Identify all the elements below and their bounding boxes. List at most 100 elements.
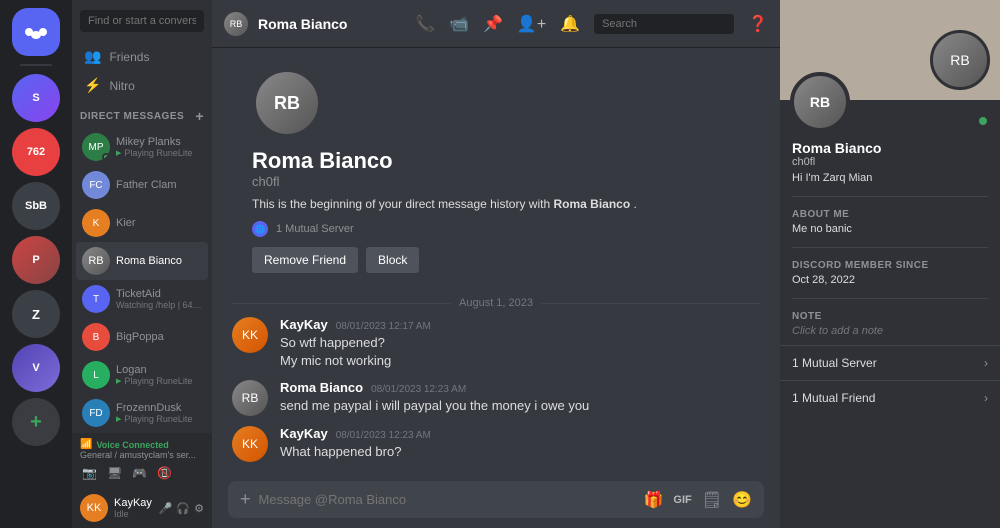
user-settings-button[interactable]: ⚙ xyxy=(194,502,204,515)
user-info-bigpoppa: BigPoppa xyxy=(116,331,202,343)
help-button[interactable]: ❓ xyxy=(748,14,768,34)
msg-content-3: KayKay 08/01/2023 12:23 AM What happened… xyxy=(280,426,760,461)
msg-author-3: KayKay xyxy=(280,426,328,441)
message-input[interactable] xyxy=(259,492,636,507)
dm-sidebar: 👥 Friends ⚡ Nitro DIRECT MESSAGES + MP M… xyxy=(72,0,212,528)
chat-header-avatar: RB xyxy=(224,12,248,36)
voice-controls: 📷 🖥 🎮 📵 xyxy=(80,464,204,482)
dm-search-container xyxy=(72,0,212,42)
dm-user-mikey-planks[interactable]: MP Mikey Planks Playing RuneLite xyxy=(76,128,208,166)
server-icon-home[interactable] xyxy=(12,8,60,56)
disconnect-button[interactable]: 📵 xyxy=(155,464,174,482)
server-icon-z[interactable]: Z xyxy=(12,290,60,338)
remove-friend-button[interactable]: Remove Friend xyxy=(252,247,358,273)
friends-label: Friends xyxy=(109,50,149,64)
msg-line-1-2: My mic not working xyxy=(280,352,760,370)
server-icon-762[interactable]: 762 xyxy=(12,128,60,176)
messages-area[interactable]: RB Roma Bianco ch0fl This is the beginni… xyxy=(212,48,780,471)
dm-user-logan[interactable]: L Logan Playing RuneLite xyxy=(76,356,208,394)
add-dm-button[interactable]: + xyxy=(195,108,204,124)
sidebar-item-nitro[interactable]: ⚡ Nitro xyxy=(76,71,208,100)
main-content: RB Roma Bianco 📞 📹 📌 👤+ 🔔 ❓ RB Roma Bian… xyxy=(212,0,780,528)
mutual-servers-item[interactable]: 1 Mutual Server › xyxy=(780,345,1000,380)
chat-input-wrapper: + 🎁 GIF 🗒 😊 xyxy=(228,481,764,518)
msg-time-2: 08/01/2023 12:23 AM xyxy=(371,384,466,395)
msg-line-2-1: send me paypal i will paypal you the mon… xyxy=(280,397,760,415)
mic-button[interactable]: 🎤 xyxy=(159,502,173,515)
panel-user-bio: Hi I'm Zarq Mian xyxy=(780,172,1000,192)
voice-connected-section: 📶 Voice Connected General / amustyclam's… xyxy=(72,433,212,488)
dm-user-kier[interactable]: K Kier xyxy=(76,204,208,242)
message-group-3: KK KayKay 08/01/2023 12:23 AM What happe… xyxy=(232,426,760,462)
profile-desc: This is the beginning of your direct mes… xyxy=(252,197,740,211)
mutual-servers-chevron: › xyxy=(984,356,988,370)
current-user-info: KayKay Idle xyxy=(114,497,152,519)
note-content[interactable]: Click to add a note xyxy=(792,325,988,337)
mutual-friends-chevron: › xyxy=(984,391,988,405)
about-me-title: ABOUT ME xyxy=(792,209,988,220)
dm-user-name: TicketAid xyxy=(116,288,202,300)
avatar-roma: RB xyxy=(82,247,110,275)
dm-user-ticketaid[interactable]: T TicketAid Watching /help | 646 servers xyxy=(76,280,208,318)
server-icon-sbb[interactable]: SbB xyxy=(12,182,60,230)
chat-header-actions: 📞 📹 📌 👤+ 🔔 ❓ xyxy=(415,14,768,34)
dm-section-label: DIRECT MESSAGES + xyxy=(72,100,212,128)
nitro-icon: ⚡ xyxy=(84,77,101,94)
activity-button[interactable]: 🎮 xyxy=(130,464,149,482)
nitro-label: Nitro xyxy=(109,79,134,93)
add-friends-button[interactable]: 👤+ xyxy=(517,14,546,34)
screen-share-button[interactable]: 🖥 xyxy=(105,464,124,482)
camera-toggle-button[interactable]: 📷 xyxy=(80,464,99,482)
msg-header-3: KayKay 08/01/2023 12:23 AM xyxy=(280,426,760,441)
dm-user-status: Playing RuneLite xyxy=(116,376,202,386)
inbox-button[interactable]: 🔔 xyxy=(560,14,580,34)
msg-header-2: Roma Bianco 08/01/2023 12:23 AM xyxy=(280,380,760,395)
dm-user-faked[interactable]: F Faked xyxy=(76,432,208,433)
divider-line-left xyxy=(232,303,451,304)
server-icon-1[interactable]: S xyxy=(12,74,60,122)
mutual-friends-label: 1 Mutual Friend xyxy=(792,391,875,405)
msg-line-1-1: So wtf happened? xyxy=(280,334,760,352)
chat-search-input[interactable] xyxy=(594,14,734,34)
emoji-button[interactable]: 😊 xyxy=(732,490,752,510)
gif-button[interactable]: GIF xyxy=(673,494,691,506)
message-group-2: RB Roma Bianco 08/01/2023 12:23 AM send … xyxy=(232,380,760,416)
server-icon-v[interactable]: V xyxy=(12,344,60,392)
mutual-friends-item[interactable]: 1 Mutual Friend › xyxy=(780,380,1000,415)
headset-button[interactable]: 🎧 xyxy=(176,502,190,515)
dm-user-name: Logan xyxy=(116,364,202,376)
msg-avatar-3: KK xyxy=(232,426,268,462)
user-info-father-clam: Father Clam xyxy=(116,179,202,191)
profile-tag: ch0fl xyxy=(252,174,740,189)
mutual-servers-label: 1 Mutual Server xyxy=(276,223,354,235)
profile-intro: RB Roma Bianco ch0fl This is the beginni… xyxy=(232,48,760,283)
dm-user-roma-bianco[interactable]: RB Roma Bianco xyxy=(76,242,208,280)
pin-button[interactable]: 📌 xyxy=(483,14,503,34)
avatar-bigpoppa: B xyxy=(82,323,110,351)
dm-user-frozendusk[interactable]: FD FrozennDusk Playing RuneLite xyxy=(76,394,208,432)
user-info-frozendusk: FrozennDusk Playing RuneLite xyxy=(116,402,202,424)
block-button[interactable]: Block xyxy=(366,247,419,273)
search-input[interactable] xyxy=(80,10,204,32)
msg-author-2: Roma Bianco xyxy=(280,380,363,395)
call-button[interactable]: 📞 xyxy=(415,14,435,34)
note-section: NOTE Click to add a note xyxy=(780,303,1000,345)
msg-author-1: KayKay xyxy=(280,317,328,332)
sticker-button[interactable]: 🗒 xyxy=(702,490,722,510)
chat-input-area: + 🎁 GIF 🗒 😊 xyxy=(212,471,780,528)
avatar-frozendusk: FD xyxy=(82,399,110,427)
msg-time-3: 08/01/2023 12:23 AM xyxy=(336,430,431,441)
dm-user-bigpoppa[interactable]: B BigPoppa xyxy=(76,318,208,356)
gift-icon[interactable]: 🎁 xyxy=(644,490,664,510)
online-status-dot xyxy=(976,114,990,128)
add-server-button[interactable]: + xyxy=(12,398,60,446)
attach-file-button[interactable]: + xyxy=(240,489,251,510)
dm-user-father-clam[interactable]: FC Father Clam xyxy=(76,166,208,204)
server-sidebar: S 762 SbB P Z V + xyxy=(0,0,72,528)
avatar-logan: L xyxy=(82,361,110,389)
panel-divider-2 xyxy=(792,247,988,248)
video-button[interactable]: 📹 xyxy=(449,14,469,34)
server-icon-p[interactable]: P xyxy=(12,236,60,284)
date-label: August 1, 2023 xyxy=(459,297,533,309)
sidebar-item-friends[interactable]: 👥 Friends xyxy=(76,42,208,71)
